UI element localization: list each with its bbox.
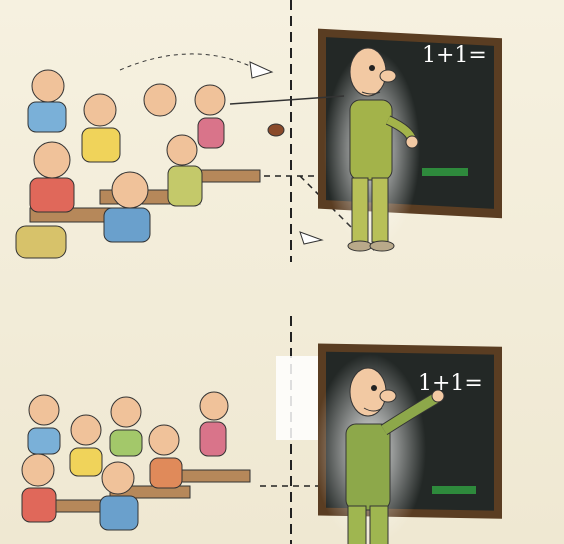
students-bottom [21, 391, 251, 531]
eraser [432, 486, 476, 494]
board-equation: 1+1= [418, 371, 483, 396]
thrown-object-icon [267, 123, 285, 137]
student-head [31, 69, 65, 103]
light-glare [276, 356, 318, 440]
student-head [83, 93, 117, 127]
student-head [101, 461, 135, 495]
student-head [148, 424, 180, 456]
eraser [422, 168, 468, 176]
student-head [21, 453, 55, 487]
paper-plane-icon [299, 231, 324, 245]
board-equation: 1+1= [422, 43, 487, 68]
top-panel: 1+1= [15, 0, 502, 262]
student-head [143, 83, 177, 117]
student-head [199, 391, 229, 421]
student-head [28, 394, 60, 426]
cartoon-illustration: 1+1= 1+1= [0, 0, 564, 544]
students-top [15, 69, 261, 259]
paper-plane-icon [249, 61, 274, 79]
student-head [70, 414, 102, 446]
student-head [111, 171, 149, 209]
student-head [110, 396, 142, 428]
student-head [194, 84, 226, 116]
student-head [33, 141, 71, 179]
student-head [166, 134, 198, 166]
bottom-panel: 1+1= [21, 316, 502, 544]
classroom-cartoon: 1+1= 1+1= [15, 0, 502, 544]
trajectory-line [119, 53, 251, 71]
